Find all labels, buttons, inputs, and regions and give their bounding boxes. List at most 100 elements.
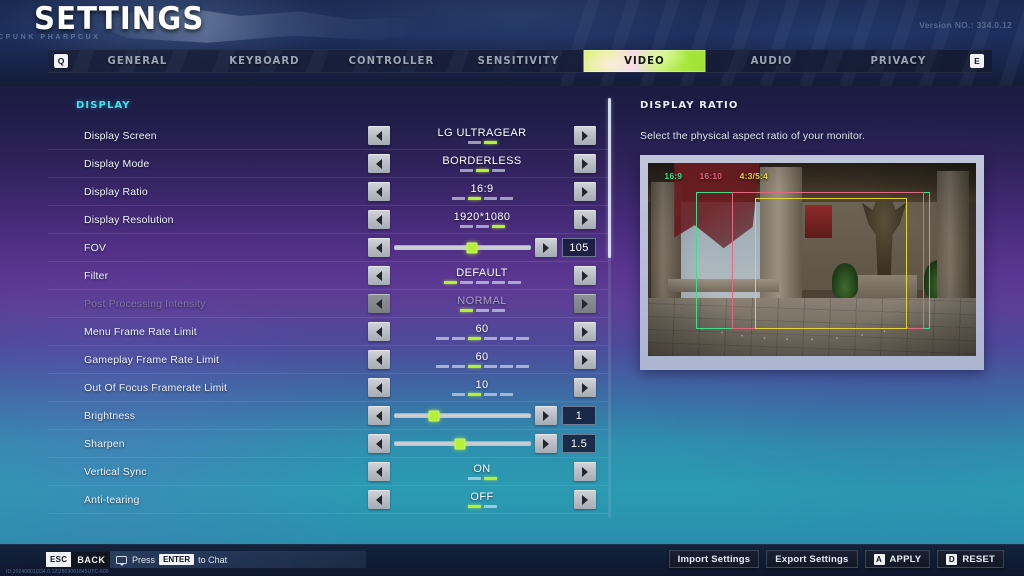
settings-scrollbar[interactable] (608, 98, 611, 518)
next-option-arrow[interactable] (574, 378, 596, 397)
setting-row: FOV 105 (48, 234, 608, 262)
selector-value: NORMAL (457, 295, 507, 307)
slider-value[interactable]: 1 (562, 406, 596, 425)
slider-track-area[interactable] (394, 406, 531, 425)
previous-option-arrow[interactable] (368, 490, 390, 509)
selector-control: ON (368, 462, 596, 481)
option-indicators (451, 197, 513, 200)
next-option-arrow[interactable] (574, 350, 596, 369)
tab-general[interactable]: GENERAL (77, 50, 199, 72)
selector-control: 10 (368, 378, 596, 397)
selector-value: ON (473, 463, 491, 475)
previous-option-arrow[interactable] (368, 350, 390, 369)
slider-track[interactable] (394, 438, 531, 449)
setting-row: Anti-tearing OFF (48, 486, 608, 514)
selector-value-area: 10 (390, 378, 574, 397)
key-badge-e: E (970, 54, 985, 68)
setting-label: Vertical Sync (84, 465, 147, 478)
tab-sensitivity[interactable]: SENSITIVITY (457, 50, 579, 72)
next-option-arrow[interactable] (574, 154, 596, 173)
key-badge-d: D (946, 553, 958, 565)
next-option-arrow[interactable] (574, 266, 596, 285)
aspect-ratio-label-16-9: 16:9 (664, 170, 683, 181)
next-option-arrow[interactable] (574, 126, 596, 145)
slider-value[interactable]: 1.5 (562, 434, 596, 453)
segment-indicator (451, 365, 465, 368)
next-option-arrow[interactable] (574, 462, 596, 481)
selector-control: 1920*1080 (368, 210, 596, 229)
tab-next-key[interactable]: E (962, 50, 992, 72)
previous-option-arrow[interactable] (368, 182, 390, 201)
setting-row: Menu Frame Rate Limit 60 (48, 318, 608, 346)
tab-audio[interactable]: AUDIO (711, 50, 833, 72)
button-label: APPLY (889, 553, 922, 565)
segment-indicator (459, 225, 473, 228)
slider-thumb[interactable] (466, 242, 478, 253)
slider-track[interactable] (394, 242, 531, 253)
tab-video[interactable]: VIDEO (583, 50, 706, 72)
back-button[interactable]: ESC BACK (46, 552, 112, 567)
scrollbar-thumb[interactable] (608, 98, 611, 258)
next-option-arrow[interactable] (574, 182, 596, 201)
increase-arrow[interactable] (535, 238, 557, 257)
selector-value: 1920*1080 (453, 211, 511, 223)
next-option-arrow[interactable] (574, 322, 596, 341)
selector-control: 16:9 (368, 182, 596, 201)
increase-arrow[interactable] (535, 406, 557, 425)
next-option-arrow[interactable] (574, 210, 596, 229)
option-indicators (467, 477, 497, 480)
slider-thumb[interactable] (428, 410, 440, 421)
option-indicators (459, 225, 505, 228)
selector-value-area: OFF (390, 490, 574, 509)
setting-row: Display Resolution 1920*1080 (48, 206, 608, 234)
page-title: SETTINGS (34, 1, 205, 37)
next-option-arrow[interactable] (574, 490, 596, 509)
previous-option-arrow[interactable] (368, 378, 390, 397)
previous-option-arrow[interactable] (368, 126, 390, 145)
segment-indicator (475, 225, 489, 228)
selector-control: 60 (368, 322, 596, 341)
previous-option-arrow[interactable] (368, 154, 390, 173)
increase-arrow[interactable] (535, 434, 557, 453)
option-indicators (467, 505, 497, 508)
tab-privacy[interactable]: PRIVACY (838, 50, 960, 72)
segment-indicator (467, 337, 481, 340)
tab-prev-key[interactable]: Q (48, 50, 74, 72)
segment-indicator (475, 281, 489, 284)
decrease-arrow[interactable] (368, 238, 390, 257)
setting-row: Vertical Sync ON (48, 458, 608, 486)
decrease-arrow[interactable] (368, 406, 390, 425)
setting-label: Menu Frame Rate Limit (84, 325, 197, 338)
previous-option-arrow[interactable] (368, 462, 390, 481)
next-option-arrow[interactable] (574, 294, 596, 313)
detail-description: Select the physical aspect ratio of your… (640, 130, 865, 142)
export-settings-button[interactable]: Export Settings (766, 550, 858, 568)
segment-indicator (475, 309, 489, 312)
previous-option-arrow[interactable] (368, 322, 390, 341)
selector-value-area: DEFAULT (390, 266, 574, 285)
tab-keyboard[interactable]: KEYBOARD (203, 50, 325, 72)
tab-controller[interactable]: CONTROLLER (330, 50, 452, 72)
setting-label: Display Mode (84, 157, 150, 170)
decrease-arrow[interactable] (368, 434, 390, 453)
previous-option-arrow[interactable] (368, 210, 390, 229)
slider-thumb[interactable] (454, 438, 466, 449)
chat-hint-bar[interactable]: Press ENTER to Chat (110, 551, 366, 568)
previous-option-arrow[interactable] (368, 266, 390, 285)
selector-value: OFF (470, 491, 494, 503)
preview-frame: 16:9 16:10 4:3/5:4 (640, 155, 984, 370)
slider-value[interactable]: 105 (562, 238, 596, 257)
import-settings-button[interactable]: Import Settings (668, 550, 760, 568)
setting-row: Sharpen 1.5 (48, 430, 608, 458)
reset-button[interactable]: D RESET (937, 550, 1004, 568)
slider-track[interactable] (394, 410, 531, 421)
setting-row: Display Mode BORDERLESS (48, 150, 608, 178)
apply-button[interactable]: A APPLY (864, 550, 931, 568)
header-stripes (560, 0, 1024, 86)
segment-indicator (491, 225, 505, 228)
slider-track-area[interactable] (394, 238, 531, 257)
slider-track-area[interactable] (394, 434, 531, 453)
previous-option-arrow[interactable] (368, 294, 390, 313)
segment-indicator (483, 393, 497, 396)
option-indicators (435, 337, 529, 340)
